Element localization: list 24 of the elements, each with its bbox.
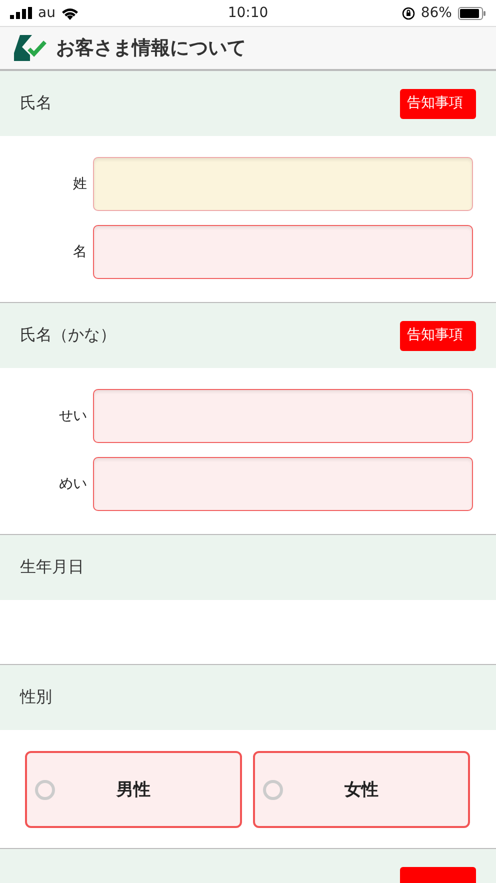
input-field[interactable] — [93, 157, 473, 211]
clock-time: 10:10 — [228, 5, 268, 21]
field-label: せい — [58, 407, 88, 425]
carrier-name: au — [38, 5, 56, 21]
wifi-icon — [61, 6, 80, 20]
battery-icon — [458, 6, 486, 20]
notice-badge: 告知事項 — [400, 88, 476, 118]
input-field[interactable] — [93, 389, 473, 443]
page-title: お客さま情報について — [56, 36, 246, 61]
input-field[interactable] — [93, 457, 473, 511]
section-title: 生年月日 — [20, 557, 84, 578]
notice-badge: 告知事項 — [400, 320, 476, 350]
section-title: 氏名 — [20, 93, 52, 114]
radio-option[interactable]: 女性 — [253, 751, 470, 828]
battery-percent: 86% — [420, 5, 452, 21]
field-label: 姓 — [72, 175, 88, 193]
signal-icon — [10, 7, 32, 19]
section-title: 性別 — [20, 687, 52, 708]
rotation-lock-icon — [402, 6, 415, 20]
radio-option[interactable]: 男性 — [25, 751, 242, 828]
input-field[interactable] — [93, 225, 473, 279]
field-label: めい — [58, 475, 88, 493]
section-title: 氏名（かな） — [20, 325, 116, 346]
field-label: 名 — [72, 243, 88, 261]
